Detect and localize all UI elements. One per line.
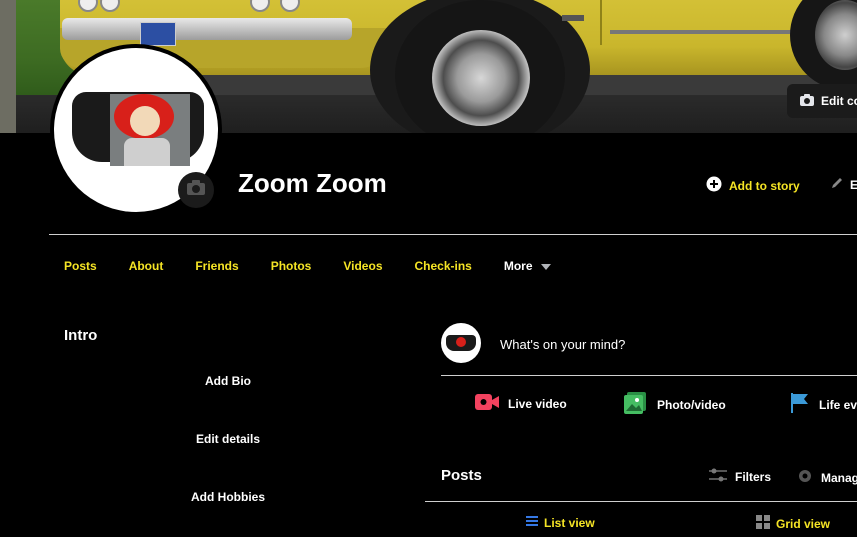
door-line: [600, 0, 602, 45]
doll-face: [130, 106, 160, 136]
car-rim: [432, 30, 530, 126]
caret-down-icon: [540, 259, 551, 273]
profile-name: Zoom Zoom: [238, 168, 387, 198]
cover-edge: [0, 0, 16, 133]
camera-icon: [799, 93, 815, 110]
tab-friends[interactable]: Friends: [195, 259, 238, 273]
tab-more-label: More: [503, 259, 533, 273]
license-plate: [140, 22, 176, 46]
list-view-label: List view: [544, 515, 595, 530]
mini-hair: [456, 337, 466, 347]
add-bio-button[interactable]: Add Bio: [158, 374, 298, 388]
life-event-button[interactable]: Life eve: [790, 392, 857, 417]
composer-avatar: [441, 323, 481, 363]
grid-icon: [756, 515, 770, 532]
doll-body: [124, 138, 170, 166]
live-video-label: Live video: [508, 396, 567, 411]
tab-more[interactable]: More: [504, 259, 551, 273]
add-to-story-button[interactable]: Add to story: [706, 176, 800, 195]
doll-photo: [110, 94, 190, 166]
tab-photos[interactable]: Photos: [271, 259, 312, 273]
add-to-story-label: Add to story: [729, 178, 800, 193]
plus-circle-icon: [706, 176, 722, 195]
camera-icon: [186, 179, 206, 201]
header-divider: [49, 234, 857, 235]
live-video-icon: [475, 392, 499, 415]
photo-video-label: Photo/video: [657, 397, 726, 412]
manage-posts-button[interactable]: Manag: [797, 468, 857, 487]
photo-video-icon: [624, 392, 648, 417]
filters-icon: [709, 468, 727, 485]
profile-tabs: Posts About Friends Photos Videos Check-…: [64, 259, 551, 273]
grid-view-label: Grid view: [776, 516, 831, 531]
tab-check-ins[interactable]: Check-ins: [415, 259, 472, 273]
filters-button[interactable]: Filters: [709, 468, 771, 485]
edit-profile-button[interactable]: E: [830, 176, 857, 193]
life-event-label: Life eve: [819, 397, 857, 412]
edit-cover-label: Edit co: [821, 94, 857, 108]
composer-divider: [441, 375, 857, 376]
manage-posts-label: Manag: [821, 470, 857, 485]
update-profile-picture-button[interactable]: [178, 172, 214, 208]
edit-details-button[interactable]: Edit details: [158, 432, 298, 446]
gear-icon: [797, 468, 813, 487]
posts-divider: [425, 501, 857, 502]
car-bumper: [62, 18, 352, 40]
tab-posts[interactable]: Posts: [64, 259, 97, 273]
edit-profile-label: E: [850, 177, 857, 192]
list-view-button[interactable]: List view: [526, 515, 595, 530]
tab-videos[interactable]: Videos: [343, 259, 382, 273]
photo-video-button[interactable]: Photo/video: [624, 392, 726, 417]
grid-view-button[interactable]: Grid view: [756, 515, 830, 532]
add-hobbies-button[interactable]: Add Hobbies: [158, 490, 298, 504]
tab-about[interactable]: About: [129, 259, 164, 273]
life-event-icon: [790, 392, 810, 417]
composer-input[interactable]: What's on your mind?: [500, 337, 625, 352]
pencil-icon: [830, 176, 844, 193]
live-video-button[interactable]: Live video: [475, 392, 567, 415]
face-mask-image: [72, 92, 204, 166]
list-icon: [526, 515, 538, 530]
edit-cover-button[interactable]: Edit co: [787, 84, 857, 118]
filters-label: Filters: [735, 469, 772, 484]
intro-title: Intro: [64, 327, 98, 344]
posts-title: Posts: [441, 467, 482, 484]
car-badge: [562, 15, 584, 21]
